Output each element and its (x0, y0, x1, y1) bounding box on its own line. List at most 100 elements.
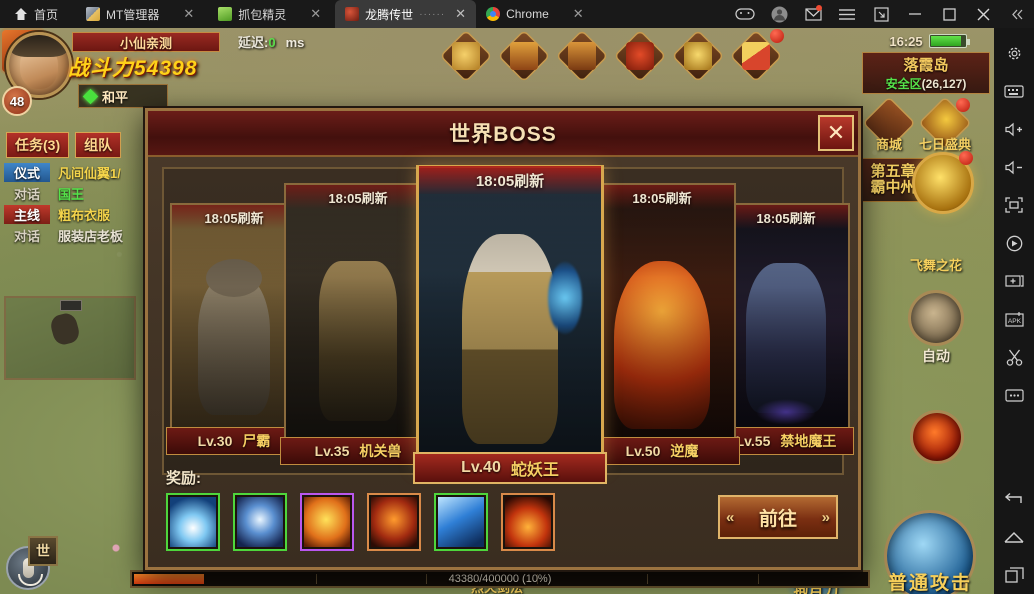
gift-badge (770, 29, 784, 43)
amber-stone-item-icon (304, 497, 350, 547)
popout-icon[interactable] (864, 0, 898, 28)
tab-game-close[interactable]: ✕ (451, 6, 466, 22)
screenshot-icon[interactable] (994, 262, 1034, 300)
boss-card[interactable]: 18:05刷新 Lv.50 逆魔 (584, 183, 740, 465)
tab-packet-capture-label: 抓包精灵 (238, 7, 287, 22)
minimap[interactable] (4, 296, 136, 380)
seven-day-event-button[interactable]: 七日盛典 (918, 96, 972, 152)
reward-item[interactable] (434, 493, 488, 551)
quest-tag: 对话 (13, 187, 40, 202)
boss-card[interactable]: 18:05刷新 Lv.30 尸霸 (166, 203, 302, 455)
latency-indicator: 延迟:0 ms (238, 32, 304, 51)
chapter-line-1: 第五章 (870, 162, 916, 180)
boss-level: Lv.55 (735, 433, 771, 449)
tab-mt-manager-label: MT管理器 (106, 7, 160, 22)
normal-attack-label: 普通攻击 (887, 573, 972, 594)
quest-item[interactable]: 对话 国王 (4, 183, 134, 204)
fire-shield-item-icon (371, 497, 417, 547)
quest-item[interactable]: 主线 粗布衣服 (4, 204, 134, 225)
flame-rune-item-icon (505, 497, 551, 547)
collapse-icon[interactable] (1000, 0, 1034, 28)
packet-capture-icon (218, 7, 233, 21)
game-icon (345, 7, 360, 21)
quest-button-row: 任务(3) 组队 (6, 132, 122, 158)
dialog-header: 世界BOSS ✕ (148, 111, 858, 157)
treasure-icon[interactable] (439, 29, 493, 83)
emulator-sidebar: APK (994, 28, 1034, 594)
coordinates: (26,127) (921, 77, 967, 91)
reward-item[interactable] (166, 493, 220, 551)
menu-icon[interactable] (830, 0, 864, 28)
experience-text: 43380/400000 (10%) (448, 573, 552, 585)
normal-attack-skill[interactable]: 普通攻击 (884, 510, 976, 594)
tab-home[interactable]: 首页 (0, 0, 76, 28)
pk-mode-label: 和平 (102, 89, 129, 105)
boss-card-selected[interactable]: 18:05刷新 Lv.40 蛇妖王 (413, 165, 607, 484)
apk-install-icon[interactable]: APK (994, 300, 1034, 338)
seven-day-event-label: 七日盛典 (918, 137, 971, 152)
player-name: 小仙亲测 (72, 32, 220, 52)
rotate-icon[interactable] (994, 224, 1034, 262)
mail-icon[interactable] (796, 0, 830, 28)
gamepad-icon[interactable] (728, 0, 762, 28)
auto-toggle[interactable]: 自动 (908, 346, 964, 366)
reward-item[interactable] (300, 493, 354, 551)
svg-text:APK: APK (1007, 318, 1021, 325)
fullscreen-icon[interactable] (994, 186, 1034, 224)
banner-icon[interactable] (613, 29, 667, 83)
tab-mt-manager-close[interactable]: ✕ (169, 0, 208, 28)
recents-icon[interactable] (994, 556, 1034, 594)
tab-packet-capture-close[interactable]: ✕ (296, 0, 335, 28)
game-viewport[interactable]: 48 小仙亲测 战斗力54398 和平 延迟:0 ms 任务(3) 组队 仪式 凡… (0, 28, 994, 594)
volume-down-icon[interactable] (994, 148, 1034, 186)
pavilion-icon[interactable] (497, 29, 551, 83)
minimize-button[interactable] (898, 0, 932, 28)
tab-chrome[interactable]: Chrome (476, 0, 559, 28)
quest-button[interactable]: 任务(3) (6, 132, 70, 158)
tab-chrome-close[interactable]: ✕ (559, 0, 598, 28)
location-box[interactable]: 落霞岛 安全区(26,127) (862, 52, 990, 94)
volume-up-icon[interactable] (994, 110, 1034, 148)
scissors-icon[interactable] (994, 338, 1034, 376)
reward-item[interactable] (233, 493, 287, 551)
tab-mt-manager[interactable]: MT管理器 (76, 0, 169, 28)
tab-chrome-label: Chrome (506, 7, 549, 21)
close-icon[interactable]: ✕ (818, 115, 854, 151)
tab-packet-capture[interactable]: 抓包精灵 (208, 0, 296, 28)
settings-icon[interactable] (994, 34, 1034, 72)
reward-item[interactable] (367, 493, 421, 551)
more-icon[interactable] (994, 376, 1034, 414)
rewards-label: 奖励: (166, 470, 201, 487)
boss-card[interactable]: 18:05刷新 Lv.55 禁地魔王 (718, 203, 854, 455)
gift-icon[interactable] (729, 29, 784, 83)
chat-channel-world[interactable]: 世 (28, 536, 58, 566)
quest-item[interactable]: 仪式 凡间仙翼1/ (4, 162, 134, 183)
keyboard-icon[interactable] (994, 72, 1034, 110)
maximize-button[interactable] (932, 0, 966, 28)
pk-mode-toggle[interactable]: 和平 (78, 84, 168, 108)
goto-button[interactable]: 前往 (718, 495, 838, 539)
reward-item[interactable] (501, 493, 555, 551)
crest-icon[interactable] (671, 29, 725, 83)
quest-item[interactable]: 对话 服装店老板 (4, 225, 134, 246)
fire-orb-skill[interactable] (910, 410, 964, 464)
close-button[interactable] (966, 0, 1000, 28)
experience-bar[interactable]: 43380/400000 (10%) (130, 570, 870, 588)
account-icon[interactable] (762, 0, 796, 28)
quest-tag: 仪式 (4, 163, 50, 182)
home-nav-icon[interactable] (994, 518, 1034, 556)
location-name: 落霞岛 (903, 57, 949, 74)
tab-home-label: 首页 (34, 7, 59, 22)
quest-list: 仪式 凡间仙翼1/ 对话 国王 主线 粗布衣服 对话 服装店老板 (4, 162, 134, 246)
team-button[interactable]: 组队 (75, 132, 122, 158)
gold-reward-icon[interactable] (912, 151, 974, 214)
shop-button[interactable]: 商城 (862, 96, 916, 152)
boss-name: 尸霸 (242, 433, 271, 449)
boss-carousel: 18:05刷新 Lv.30 尸霸 18:05刷新 Lv.35 机关兽 18:05… (162, 165, 854, 484)
back-icon[interactable] (994, 480, 1034, 518)
tab-game[interactable]: 龙腾传世 ······ ✕ (335, 0, 477, 28)
minimap-marker (60, 300, 82, 311)
boss-card[interactable]: 18:05刷新 Lv.35 机关兽 (280, 183, 436, 465)
flying-flower-skill[interactable]: 飞舞之花 (908, 258, 964, 346)
palace-icon[interactable] (555, 29, 609, 83)
